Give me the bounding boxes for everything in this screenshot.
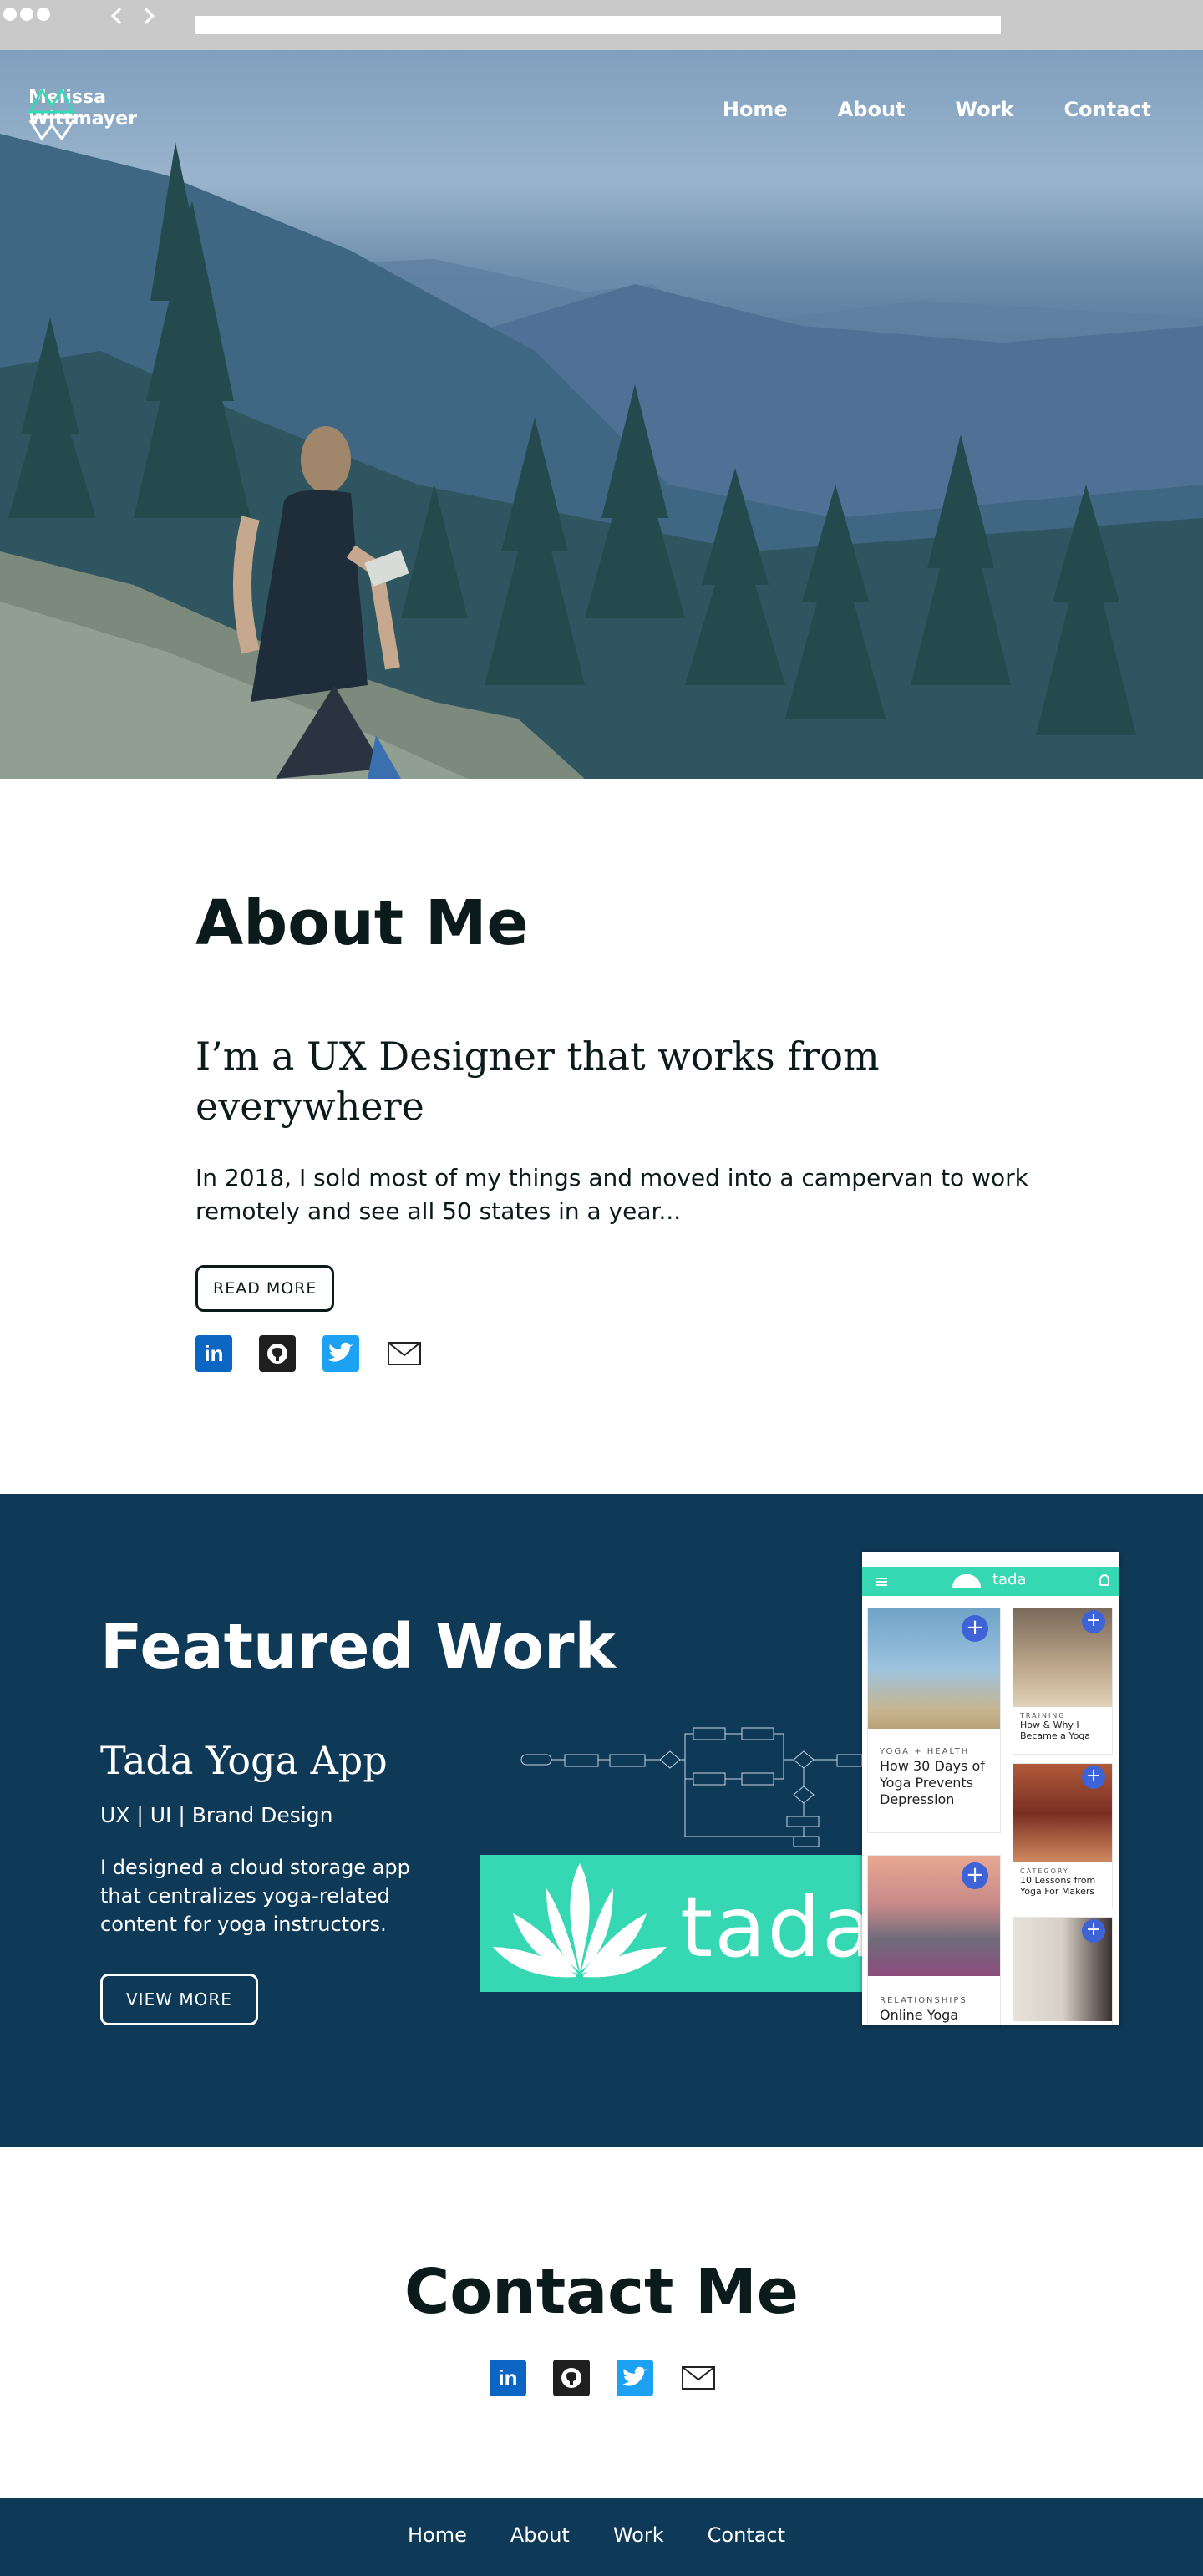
add-icon[interactable]: + (962, 1615, 988, 1642)
hero-section: Melissa Wittmayer Home About Work Contac… (0, 50, 1203, 779)
nav-home[interactable]: Home (723, 98, 788, 121)
about-section: About Me I’m a UX Designer that works fr… (195, 886, 1031, 1372)
article-card[interactable]: + TRAINING How & Why I Became a Yoga (1013, 1608, 1113, 1755)
add-icon[interactable]: + (962, 1862, 988, 1889)
twitter-icon[interactable] (322, 1335, 359, 1372)
card-title: How & Why I Became a Yoga (1020, 1720, 1091, 1741)
card-title: Online Yoga (880, 2007, 959, 2023)
about-social-links: in (195, 1335, 1031, 1372)
linkedin-icon[interactable]: in (195, 1335, 232, 1372)
address-bar[interactable] (195, 16, 1001, 34)
tada-wordmark: tada (680, 1878, 862, 1976)
user-icon[interactable] (1099, 1574, 1109, 1586)
browser-chrome (0, 0, 1203, 50)
nav-contact[interactable]: Contact (1063, 98, 1151, 121)
nav-work[interactable]: Work (956, 98, 1014, 121)
article-card[interactable]: + YOGA + HEALTH How 30 Days of Yoga Prev… (867, 1608, 1001, 1833)
hero-landscape-image (0, 134, 1203, 779)
featured-title: Featured Work (100, 1611, 616, 1683)
app-name: tada (992, 1571, 1027, 1588)
article-card[interactable]: + RELATIONSHIPS Online Yoga (867, 1855, 1001, 2025)
menu-icon[interactable] (876, 1578, 887, 1579)
footer-nav-about[interactable]: About (510, 2523, 570, 2547)
github-icon[interactable] (553, 2360, 590, 2396)
lotus-icon (952, 1574, 981, 1588)
footer-nav-contact[interactable]: Contact (708, 2523, 785, 2547)
lotus-logo-icon (493, 1863, 667, 1978)
footer-nav: Home About Work Contact (408, 2523, 829, 2547)
tada-app-mockup: tada + YOGA + HEALTH How 30 Days of Yoga… (862, 1552, 1119, 2025)
linkedin-icon[interactable]: in (490, 2360, 526, 2396)
twitter-icon[interactable] (617, 2360, 653, 2396)
view-more-button[interactable]: VIEW MORE (100, 1974, 258, 2025)
back-icon[interactable] (111, 8, 128, 24)
project-title: Tada Yoga App (100, 1738, 388, 1783)
article-card[interactable]: + (1013, 1917, 1113, 2025)
about-title: About Me (195, 887, 529, 959)
window-maximize-dot[interactable] (37, 8, 50, 21)
brand-logo[interactable]: Melissa Wittmayer (28, 87, 137, 140)
card-category: TRAINING (1020, 1712, 1066, 1720)
footer-nav-work[interactable]: Work (613, 2523, 664, 2547)
card-category: RELATIONSHIPS (880, 1996, 967, 2005)
project-description: I designed a cloud storage app that cent… (100, 1856, 410, 1936)
add-icon[interactable]: + (1082, 1766, 1105, 1789)
featured-work-section: Featured Work Tada Yoga App UX | UI | Br… (0, 1494, 1203, 2147)
read-more-button[interactable]: READ MORE (195, 1265, 335, 1312)
forward-icon[interactable] (138, 8, 155, 24)
top-nav: Home About Work Contact (673, 98, 1151, 121)
article-card[interactable]: + CATEGORY 10 Lessons from Yoga For Make… (1013, 1763, 1113, 1908)
nav-about[interactable]: About (838, 98, 906, 121)
contact-title: Contact Me (404, 2256, 799, 2328)
about-body: In 2018, I sold most of my things and mo… (195, 1164, 1028, 1225)
tada-brand-banner: tada (480, 1855, 862, 1992)
contact-social-links: in (490, 2360, 717, 2396)
about-headline: I’m a UX Designer that works from everyw… (195, 1034, 880, 1129)
window-close-dot[interactable] (3, 8, 17, 21)
window-minimize-dot[interactable] (20, 8, 33, 21)
card-title: How 30 Days of Yoga Prevents Depression (880, 1758, 985, 1807)
github-icon[interactable] (259, 1335, 296, 1372)
add-icon[interactable]: + (1082, 1610, 1105, 1633)
footer-nav-home[interactable]: Home (408, 2523, 467, 2547)
card-category: CATEGORY (1020, 1867, 1069, 1875)
card-title: 10 Lessons from Yoga For Makers (1020, 1875, 1096, 1897)
card-category: YOGA + HEALTH (880, 1747, 970, 1756)
mail-icon[interactable] (680, 2360, 717, 2396)
app-header-bar (862, 1567, 1119, 1596)
mountain-logo-icon (28, 88, 75, 140)
add-icon[interactable]: + (1082, 1919, 1105, 1943)
mail-icon[interactable] (386, 1335, 423, 1372)
project-tags: UX | UI | Brand Design (100, 1803, 333, 1827)
footer: Home About Work Contact (0, 2498, 1203, 2576)
user-flow-diagram (520, 1727, 863, 1847)
